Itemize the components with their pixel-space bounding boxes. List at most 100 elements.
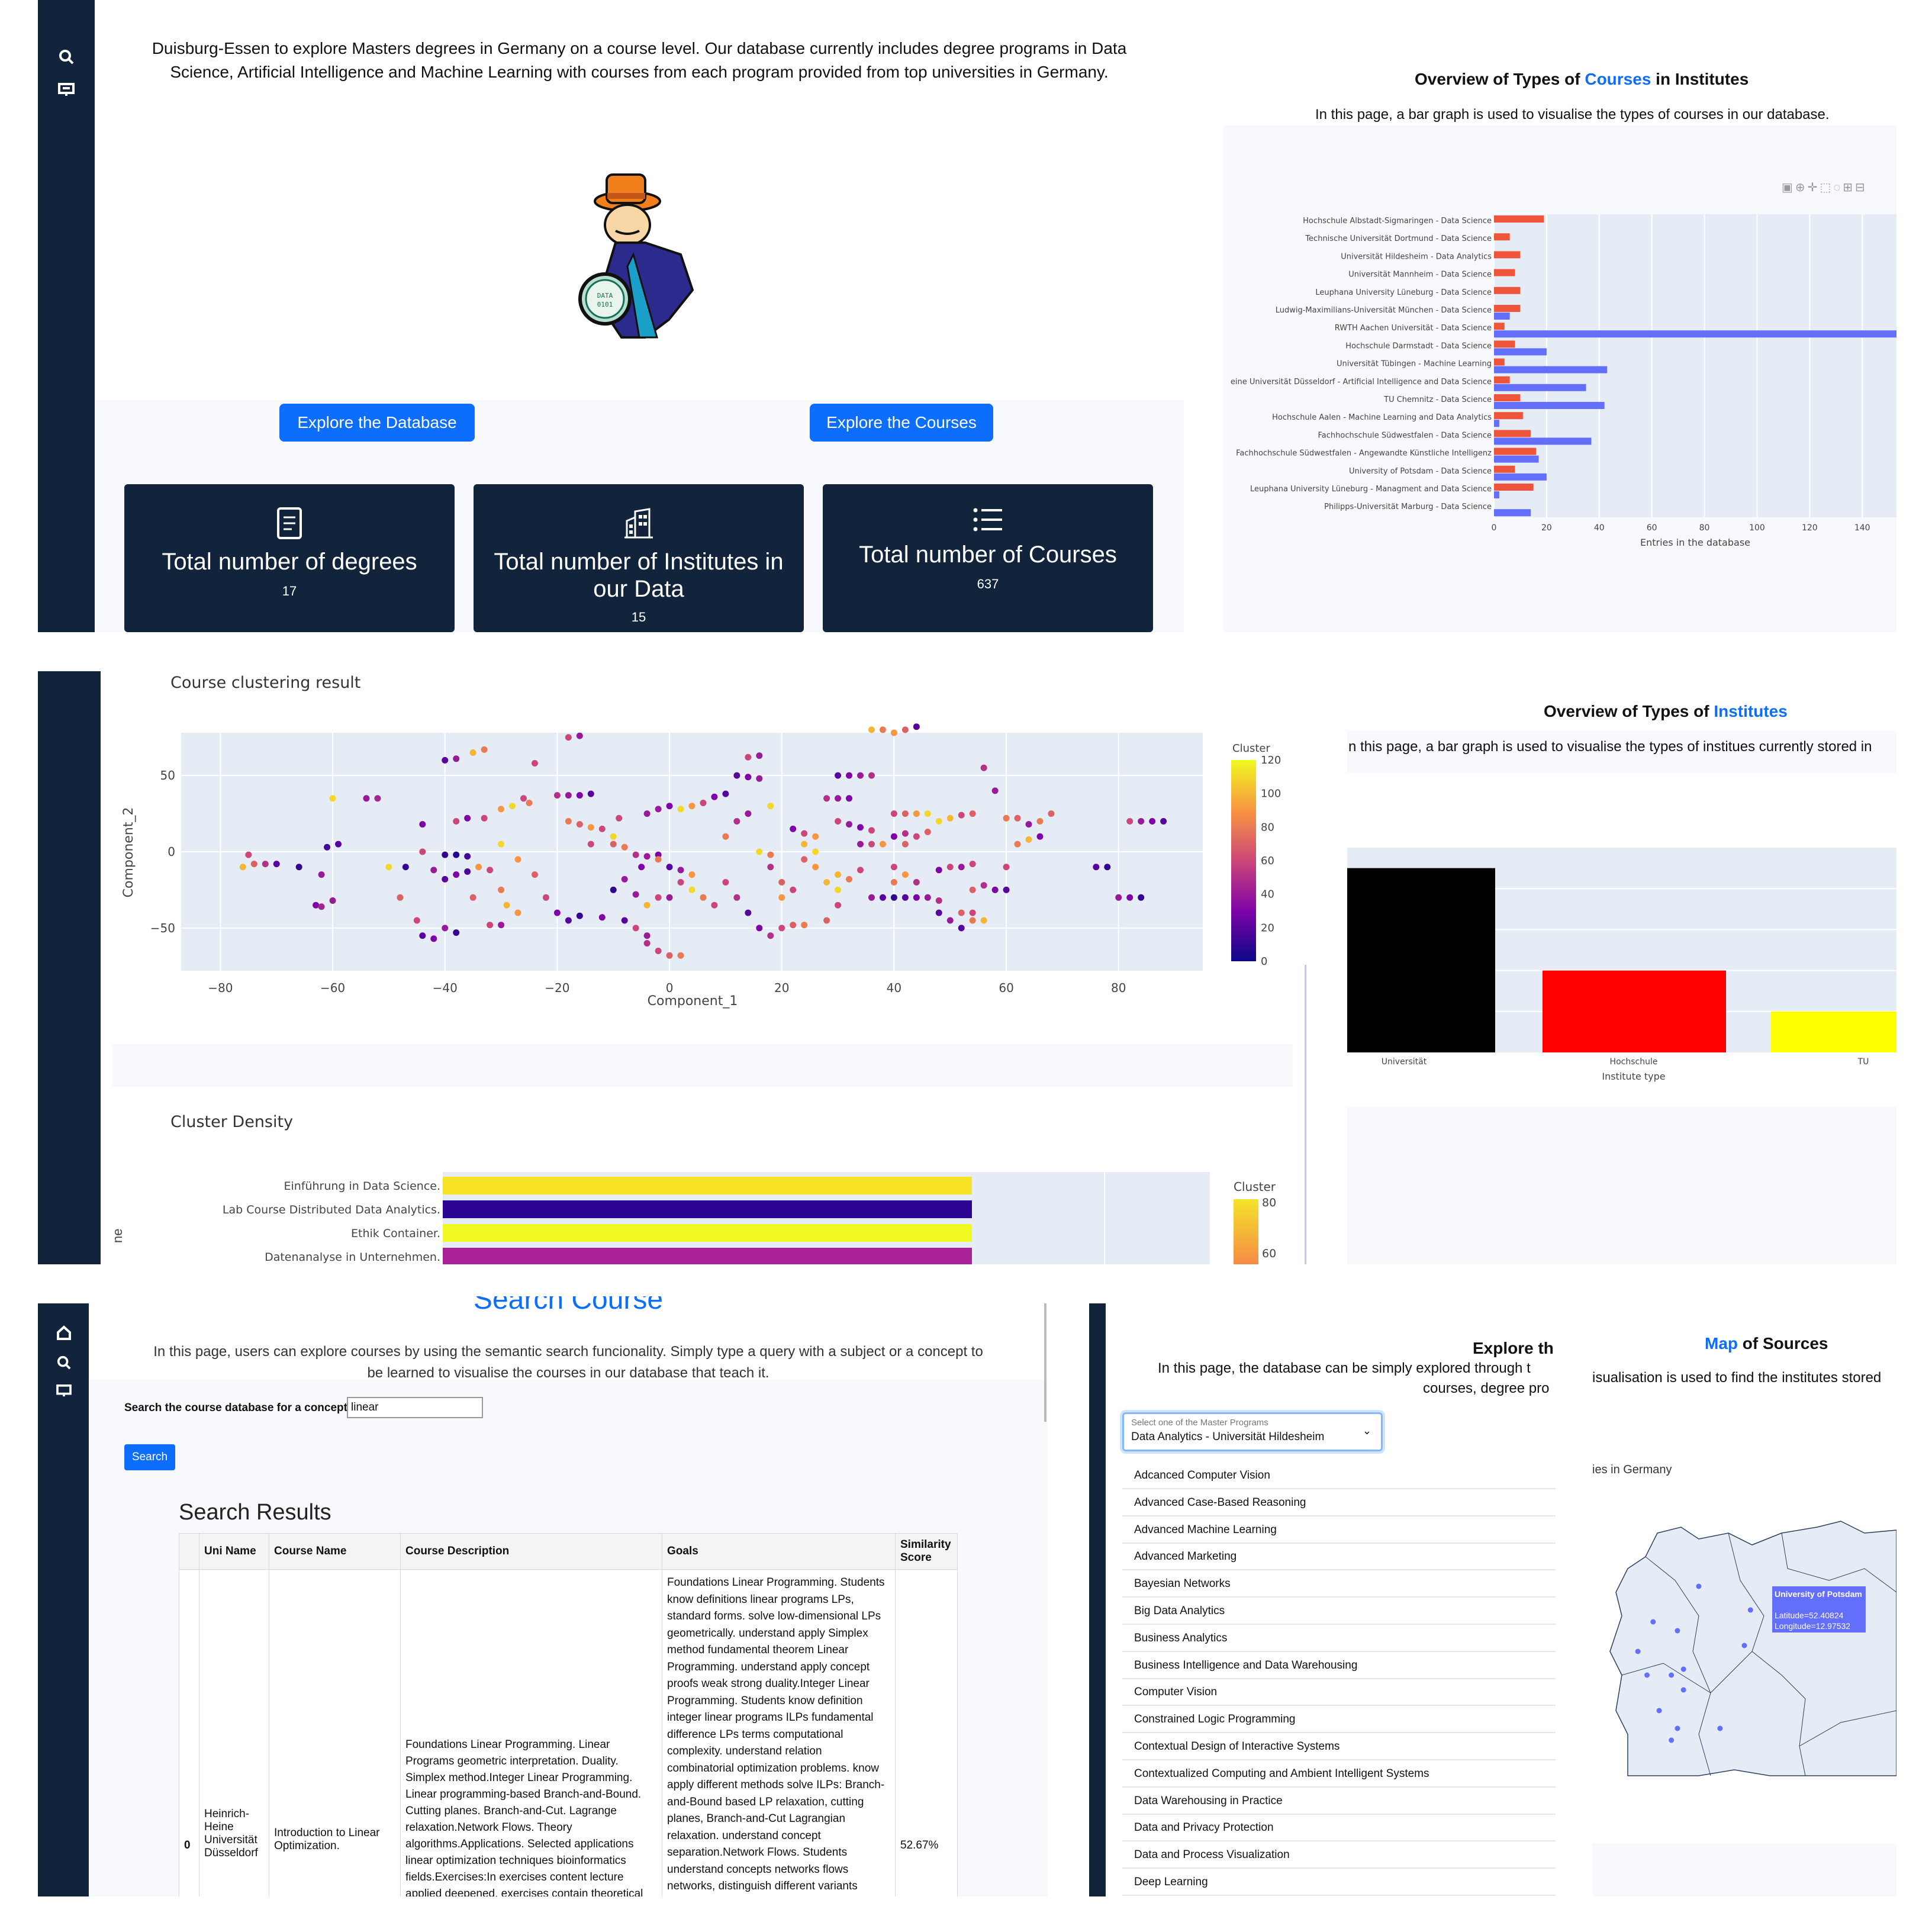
scatter-point[interactable] — [576, 792, 583, 799]
scatter-point[interactable] — [812, 864, 819, 871]
scatter-point[interactable] — [868, 772, 875, 779]
scatter-point[interactable] — [924, 810, 931, 817]
scatter-point[interactable] — [1126, 817, 1134, 825]
scatter-point[interactable] — [879, 726, 886, 733]
scatter-point[interactable] — [464, 814, 471, 822]
scatter-point[interactable] — [329, 897, 336, 904]
scatter-point[interactable] — [643, 940, 651, 947]
scatter-point[interactable] — [453, 871, 460, 878]
scatter-point[interactable] — [503, 901, 510, 909]
bar[interactable] — [1494, 251, 1521, 259]
scatter-point[interactable] — [688, 871, 695, 878]
scatter-point[interactable] — [846, 772, 853, 779]
scatter-point[interactable] — [946, 814, 954, 822]
scatter-point[interactable] — [643, 932, 651, 939]
scatter-point[interactable] — [756, 848, 763, 855]
scatter-point[interactable] — [1104, 864, 1111, 871]
scatter-point[interactable] — [823, 917, 830, 924]
scatter-point[interactable] — [790, 825, 797, 832]
bar[interactable] — [1494, 215, 1544, 223]
scatter-point[interactable] — [262, 861, 269, 868]
scatter-point[interactable] — [453, 817, 460, 825]
scatter-point[interactable] — [935, 897, 942, 904]
list-item[interactable]: Big Data Analytics — [1122, 1598, 1556, 1625]
scatter-point[interactable] — [587, 824, 594, 831]
scatter-point[interactable] — [835, 772, 842, 779]
scatter-point[interactable] — [239, 864, 246, 871]
scatter-point[interactable] — [295, 864, 302, 871]
map-point[interactable] — [1680, 1666, 1686, 1672]
scatter-point[interactable] — [1025, 821, 1032, 828]
bar[interactable] — [1494, 491, 1499, 498]
scatter-point[interactable] — [767, 851, 774, 858]
scatter-point[interactable] — [890, 879, 897, 886]
scatter-point[interactable] — [677, 867, 684, 874]
select-icon[interactable]: ⬚ — [1820, 181, 1833, 194]
list-item[interactable]: Business Intelligence and Data Warehousi… — [1122, 1652, 1556, 1679]
scatter-point[interactable] — [419, 932, 426, 939]
map-point[interactable] — [1675, 1628, 1680, 1634]
scatter-point[interactable] — [419, 821, 426, 828]
scatter-point[interactable] — [616, 814, 623, 822]
map-point[interactable] — [1650, 1619, 1656, 1625]
density-bar[interactable] — [443, 1248, 972, 1264]
scatter-point[interactable] — [857, 841, 864, 848]
scatter-point[interactable] — [526, 800, 533, 807]
scatter-point[interactable] — [453, 851, 460, 858]
search-button[interactable]: Search — [124, 1444, 175, 1470]
scatter-point[interactable] — [643, 853, 651, 860]
scatter-point[interactable] — [374, 795, 381, 802]
scatter-point[interactable] — [442, 875, 449, 883]
scatter-point[interactable] — [901, 726, 909, 733]
presentation-icon[interactable] — [54, 78, 78, 102]
scatter-point[interactable] — [790, 886, 797, 893]
explore-database-button[interactable]: Explore the Database — [279, 404, 475, 442]
scatter-point[interactable] — [610, 833, 617, 840]
scatter-point[interactable] — [835, 795, 842, 802]
bar[interactable] — [1494, 323, 1505, 330]
list-item[interactable]: Contextual Design of Interactive Systems — [1122, 1733, 1556, 1760]
scatter-point[interactable] — [801, 856, 808, 863]
lasso-icon[interactable]: ◌ — [1833, 181, 1843, 194]
scatter-point[interactable] — [464, 853, 471, 860]
scatter-point[interactable] — [745, 774, 752, 781]
scatter-point[interactable] — [509, 803, 516, 810]
bar[interactable] — [1494, 455, 1539, 463]
scatter-point[interactable] — [722, 790, 729, 797]
scatter-point[interactable] — [835, 871, 842, 878]
scatter-point[interactable] — [498, 886, 505, 893]
scatter-point[interactable] — [324, 843, 331, 851]
bar[interactable] — [1494, 473, 1547, 481]
scatter-point[interactable] — [498, 922, 505, 929]
scatter-point[interactable] — [958, 864, 965, 871]
scatter-point[interactable] — [553, 792, 561, 799]
scatter-point[interactable] — [879, 841, 886, 848]
scatter-point[interactable] — [481, 814, 488, 822]
presentation-icon[interactable] — [52, 1379, 76, 1403]
bar[interactable] — [1494, 313, 1510, 320]
scatter-point[interactable] — [1160, 817, 1167, 825]
scatter-point[interactable] — [868, 894, 875, 901]
scatter-point[interactable] — [1003, 886, 1010, 893]
bar[interactable] — [1494, 233, 1510, 241]
institute-bar[interactable] — [1347, 868, 1495, 1052]
scatter-point[interactable] — [666, 803, 673, 810]
scatter-point[interactable] — [1138, 894, 1145, 901]
bar[interactable] — [1494, 376, 1510, 384]
scatter-point[interactable] — [565, 734, 572, 741]
scatter-point[interactable] — [318, 871, 325, 878]
scatter-point[interactable] — [413, 917, 420, 924]
scatter-point[interactable] — [700, 800, 707, 807]
scatter-point[interactable] — [514, 909, 521, 916]
scatter-point[interactable] — [688, 886, 695, 893]
map-point[interactable] — [1747, 1607, 1753, 1613]
scatter-point[interactable] — [1138, 817, 1145, 825]
scatter-point[interactable] — [643, 810, 651, 817]
scatter-point[interactable] — [733, 894, 740, 901]
scatter-point[interactable] — [901, 830, 909, 837]
scatter-point[interactable] — [868, 827, 875, 834]
scatter-point[interactable] — [1025, 836, 1032, 843]
scatter-point[interactable] — [598, 825, 606, 832]
scatter-point[interactable] — [329, 795, 336, 802]
scatter-point[interactable] — [901, 894, 909, 901]
